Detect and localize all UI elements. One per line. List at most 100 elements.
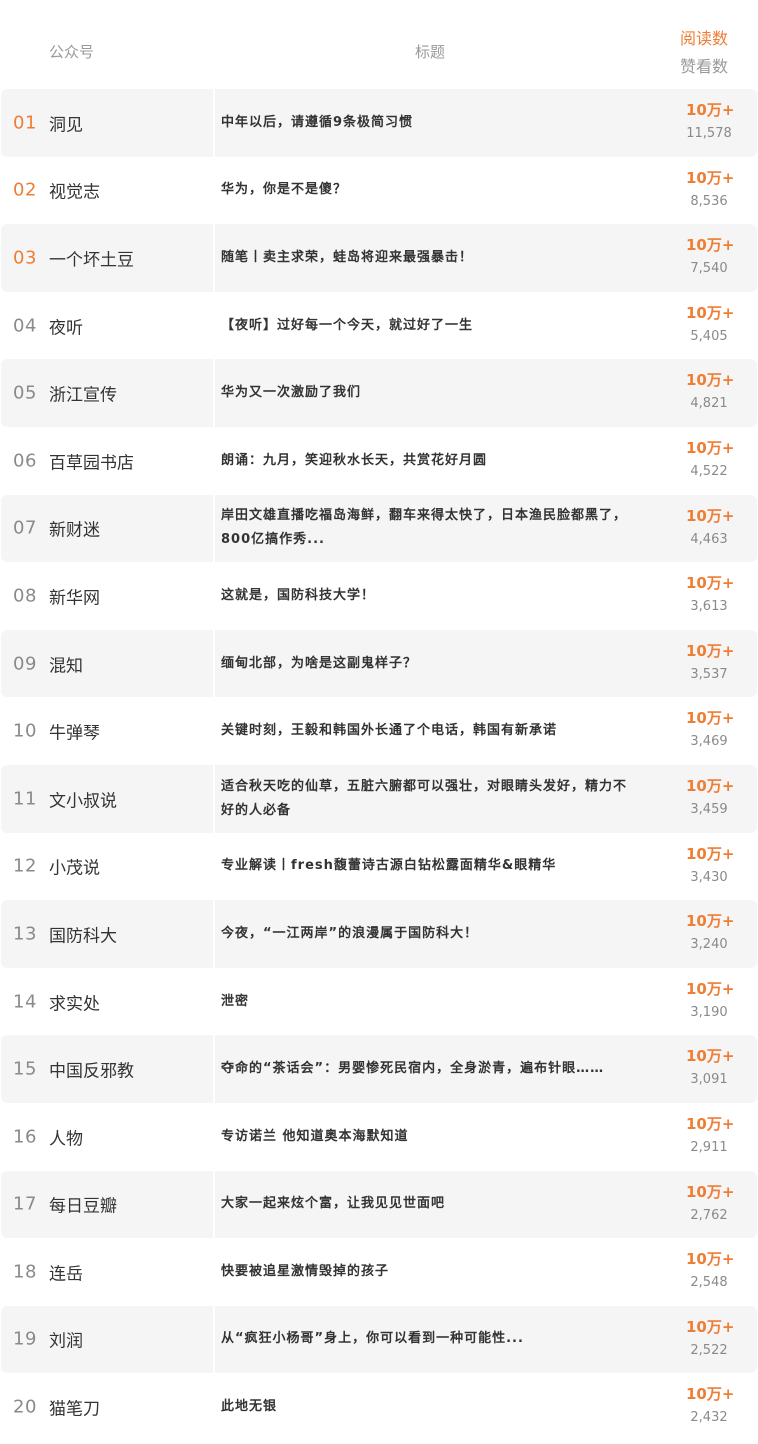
article-title[interactable]: 朗诵：九月，笑迎秋水长天，共赏花好月圆 [221,449,631,473]
account-name[interactable]: 文小叔说 [49,786,117,811]
table-row[interactable]: 13 国防科大 今夜，“一江两岸”的浪漫属于国防科大！ 10万+ 3,240 [1,900,757,968]
like-count: 7,540 [690,261,728,277]
like-count: 3,091 [690,1072,728,1088]
table-row[interactable]: 16 人物 专访诺兰 他知道奥本海默知道 10万+ 2,911 [1,1102,757,1171]
account-name[interactable]: 夜听 [49,313,83,338]
article-title[interactable]: 华为，你是不是傻？ [221,178,631,202]
table-row[interactable]: 03 一个坏土豆 随笔丨卖主求荣，蛙岛将迎来最强暴击！ 10万+ 7,540 [1,224,757,292]
account-name[interactable]: 求实处 [49,989,100,1014]
read-count: 10万+ [686,438,735,457]
account-name[interactable]: 百草园书店 [49,448,134,473]
account-name[interactable]: 新华网 [49,583,100,608]
account-name[interactable]: 中国反邪教 [49,1057,134,1082]
like-count: 5,405 [690,328,728,344]
rank-number: 05 [13,382,37,404]
article-title[interactable]: 这就是，国防科技大学！ [221,584,631,608]
account-name[interactable]: 洞见 [49,110,83,135]
like-count: 3,190 [690,1004,728,1020]
table-row[interactable]: 01 洞见 中年以后，请遵循9条极简习惯 10万+ 11,578 [1,89,757,157]
table-row[interactable]: 09 混知 缅甸北部，为啥是这副鬼样子？ 10万+ 3,537 [1,629,757,698]
article-title[interactable]: 中年以后，请遵循9条极简习惯 [221,111,631,135]
table-row[interactable]: 02 视觉志 华为，你是不是傻？ 10万+ 8,536 [1,156,757,225]
article-title[interactable]: 岸田文雄直播吃福岛海鲜，翻车来得太快了，日本渔民脸都黑了，800亿搞作秀... [221,504,631,552]
article-title[interactable]: 适合秋天吃的仙草，五脏六腑都可以强壮，对眼睛头发好，精力不好的人必备 [221,775,631,823]
read-count: 10万+ [686,1317,735,1336]
account-name[interactable]: 混知 [49,651,83,676]
rank-number: 10 [13,720,37,742]
article-title[interactable]: 关键时刻，王毅和韩国外长通了个电话，韩国有新承诺 [221,719,631,743]
article-title[interactable]: 随笔丨卖主求荣，蛙岛将迎来最强暴击！ [221,246,631,270]
article-title[interactable]: 缅甸北部，为啥是这副鬼样子？ [221,652,631,676]
read-count: 10万+ [686,709,735,728]
rank-number: 04 [13,315,37,337]
table-row[interactable]: 04 夜听 【夜听】过好每一个今天，就过好了一生 10万+ 5,405 [1,291,757,360]
like-count: 2,911 [690,1139,728,1155]
read-count: 10万+ [686,979,735,998]
table-row[interactable]: 17 每日豆瓣 大家一起来炫个富，让我见见世面吧 10万+ 2,762 [1,1170,757,1239]
rank-number: 03 [13,247,37,269]
article-title[interactable]: 泄密 [221,990,631,1014]
table-row[interactable]: 06 百草园书店 朗诵：九月，笑迎秋水长天，共赏花好月圆 10万+ 4,522 [1,426,757,495]
table-row[interactable]: 19 刘润 从“疯狂小杨哥”身上，你可以看到一种可能性... 10万+ 2,522 [1,1305,757,1374]
rank-number: 01 [13,112,37,134]
table-row[interactable]: 14 求实处 泄密 10万+ 3,190 [1,967,757,1036]
table-header: 公众号 标题 阅读数 赞看数 [0,0,758,86]
column-divider [213,156,215,225]
article-title[interactable]: 专业解读丨fresh馥蕾诗古源白钻松露面精华&眼精华 [221,854,631,878]
read-count: 10万+ [686,1385,735,1404]
table-row[interactable]: 11 文小叔说 适合秋天吃的仙草，五脏六腑都可以强壮，对眼睛头发好，精力不好的人必备… [1,764,757,833]
column-divider [213,1035,215,1103]
column-divider [213,900,215,968]
article-title[interactable]: 从“疯狂小杨哥”身上，你可以看到一种可能性... [221,1327,631,1351]
account-name[interactable]: 牛弹琴 [49,719,100,744]
account-name[interactable]: 新财迷 [49,516,100,541]
account-name[interactable]: 每日豆瓣 [49,1192,117,1217]
account-name[interactable]: 一个坏土豆 [49,245,134,270]
like-count: 4,463 [690,531,728,547]
article-title[interactable]: 夺命的“茶话会”：男婴惨死民宿内，全身淤青，遍布针眼…… [221,1057,631,1081]
article-title[interactable]: 【夜听】过好每一个今天，就过好了一生 [221,314,631,338]
rank-number: 20 [13,1396,37,1418]
column-header-reads[interactable]: 阅读数 [680,29,728,49]
like-count: 3,240 [690,937,728,953]
table-row[interactable]: 12 小茂说 专业解读丨fresh馥蕾诗古源白钻松露面精华&眼精华 10万+ 3,430 [1,832,757,901]
like-count: 2,548 [690,1275,728,1291]
column-header-account: 公众号 [49,43,95,61]
rank-number: 11 [13,788,37,810]
article-title[interactable]: 此地无银 [221,1395,631,1419]
table-row[interactable]: 10 牛弹琴 关键时刻，王毅和韩国外长通了个电话，韩国有新承诺 10万+ 3,469 [1,697,757,765]
article-title[interactable]: 快要被追星激情毁掉的孩子 [221,1260,631,1284]
like-count: 4,522 [690,463,728,479]
column-divider [213,494,215,563]
read-count: 10万+ [686,236,735,255]
table-row[interactable]: 08 新华网 这就是，国防科技大学！ 10万+ 3,613 [1,562,757,630]
column-header-likes[interactable]: 赞看数 [680,57,728,77]
read-count: 10万+ [686,574,735,593]
account-name[interactable]: 刘润 [49,1327,83,1352]
account-name[interactable]: 猫笔刀 [49,1395,100,1420]
table-row[interactable]: 15 中国反邪教 夺命的“茶话会”：男婴惨死民宿内，全身淤青，遍布针眼…… 10万+ 3… [1,1035,757,1103]
table-row[interactable]: 18 连岳 快要被追星激情毁掉的孩子 10万+ 2,548 [1,1238,757,1306]
article-title[interactable]: 华为又一次激励了我们 [221,381,631,405]
table-row[interactable]: 20 猫笔刀 此地无银 10万+ 2,432 [1,1373,757,1441]
like-count: 3,459 [690,801,728,817]
table-row[interactable]: 05 浙江宣传 华为又一次激励了我们 10万+ 4,821 [1,359,757,427]
account-name[interactable]: 浙江宣传 [49,381,117,406]
column-divider [213,359,215,427]
account-name[interactable]: 国防科大 [49,921,117,946]
account-name[interactable]: 视觉志 [49,178,100,203]
rank-number: 13 [13,923,37,945]
rank-number: 14 [13,991,37,1013]
account-name[interactable]: 人物 [49,1124,83,1149]
article-title[interactable]: 专访诺兰 他知道奥本海默知道 [221,1125,631,1149]
article-title[interactable]: 大家一起来炫个富，让我见见世面吧 [221,1192,631,1216]
read-count: 10万+ [686,101,735,119]
rank-number: 07 [13,517,37,539]
account-name[interactable]: 连岳 [49,1259,83,1284]
rank-number: 06 [13,450,37,472]
column-header-title: 标题 [415,43,446,61]
table-row[interactable]: 07 新财迷 岸田文雄直播吃福岛海鲜，翻车来得太快了，日本渔民脸都黑了，800亿搞作… [1,494,757,563]
article-title[interactable]: 今夜，“一江两岸”的浪漫属于国防科大！ [221,922,631,946]
like-count: 2,522 [690,1342,728,1358]
account-name[interactable]: 小茂说 [49,854,100,879]
